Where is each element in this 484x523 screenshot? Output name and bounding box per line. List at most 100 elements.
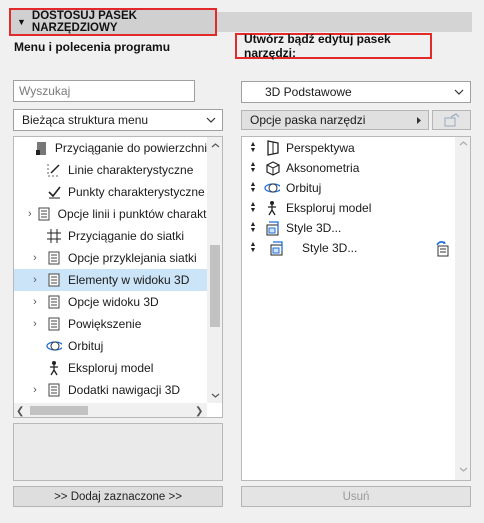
surface-snap-icon <box>33 140 49 156</box>
scroll-left-arrow-icon[interactable]: ❮ <box>16 406 24 417</box>
toolbar-select-value: 3D Podstawowe <box>265 85 352 99</box>
create-edit-toolbar-label-box: Utwórz bądź edytuj pasek narzędzi: <box>235 32 432 60</box>
menu-command-row[interactable]: Przyciąganie do siatki <box>14 225 207 247</box>
reorder-arrows-icon[interactable]: ▲ ▼ <box>248 161 258 174</box>
customize-toolbar-section-header[interactable]: ▼ DOSTOSUJ PASEK NARZĘDZIOWY <box>9 8 217 36</box>
toolbar-select[interactable]: 3D Podstawowe <box>241 81 471 103</box>
menu-command-row[interactable]: › Opcje linii i punktów charakterystyczny… <box>14 203 222 225</box>
section-title: DOSTOSUJ PASEK NARZĘDZIOWY <box>31 10 137 34</box>
menu-page-icon <box>46 316 62 332</box>
toolbar-item-row[interactable]: ▲ ▼ Aksonometria <box>242 157 452 179</box>
menu-command-row[interactable]: Eksploruj model <box>14 357 207 379</box>
menu-structure-select[interactable]: Bieżąca struktura menu <box>13 109 223 131</box>
reorder-arrows-icon[interactable]: ▲ ▼ <box>248 221 258 234</box>
scroll-thumb[interactable] <box>210 245 220 327</box>
grid-snap-icon <box>46 228 62 244</box>
toolbar-items-list[interactable]: ▲ ▼ Perspektywa ▲ ▼ Aksonometria ▲ ▼ Orbituj ▲ ▼ Ek… <box>241 136 471 481</box>
expand-chevron-icon[interactable]: › <box>28 208 32 220</box>
menu-page-icon <box>46 250 62 266</box>
menu-commands-list[interactable]: Przyciąganie do powierzchni Linie charakt… <box>13 136 223 418</box>
menu-command-row[interactable]: Orbituj <box>14 335 207 357</box>
menu-page-icon <box>46 272 62 288</box>
chevron-down-icon <box>454 89 464 95</box>
command-description-box <box>13 423 223 481</box>
right-vertical-scrollbar[interactable] <box>455 137 470 480</box>
search-input[interactable]: Wyszukaj <box>13 80 195 102</box>
reorder-arrows-icon[interactable]: ▲ ▼ <box>248 241 258 254</box>
menu-command-row[interactable]: › Elementy w widoku 3D <box>14 269 207 291</box>
chevron-down-icon <box>206 117 216 123</box>
menu-command-label: Przyciąganie do siatki <box>68 229 185 243</box>
explore-icon <box>46 360 62 376</box>
menu-commands-label: Menu i polecenia programu <box>14 40 171 54</box>
expand-chevron-icon[interactable]: › <box>28 252 42 264</box>
h-scroll-thumb[interactable] <box>30 406 88 415</box>
menu-command-row[interactable]: › Opcje przyklejania siatki <box>14 247 207 269</box>
feature-lines-icon <box>46 162 62 178</box>
reorder-arrows-icon[interactable]: ▲ ▼ <box>248 141 258 154</box>
menu-command-label: Eksploruj model <box>68 361 154 375</box>
menu-command-label: Orbituj <box>68 339 104 353</box>
toolbar-item-label: Style 3D... <box>286 221 342 235</box>
orbit-icon <box>264 180 280 196</box>
menu-command-label: Linie charakterystyczne <box>68 163 194 177</box>
search-placeholder: Wyszukaj <box>19 84 71 98</box>
menu-structure-value: Bieżąca struktura menu <box>22 113 149 127</box>
menu-command-label: Opcje linii i punktów charakterystycznyc… <box>57 207 222 221</box>
scroll-down-arrow-icon[interactable] <box>207 387 222 403</box>
chevron-right-icon <box>417 116 421 124</box>
scroll-up-arrow-icon[interactable] <box>207 137 222 153</box>
explore-icon <box>264 200 280 216</box>
toolbar-item-row[interactable]: ▲ ▼ Perspektywa <box>242 137 452 159</box>
menu-command-row[interactable]: › Opcje widoku 3D <box>14 291 207 313</box>
menu-command-row[interactable]: Przyciąganie do powierzchni <box>14 137 207 159</box>
style-3d-icon <box>268 240 284 256</box>
menu-command-label: Opcje przyklejania siatki <box>68 251 197 265</box>
toolbar-item-label: Aksonometria <box>286 161 360 175</box>
perspective-icon <box>264 140 280 156</box>
create-edit-toolbar-label: Utwórz bądź edytuj pasek narzędzi: <box>244 32 391 60</box>
reorder-arrows-icon[interactable]: ▲ ▼ <box>248 181 258 194</box>
menu-page-icon <box>46 382 62 398</box>
toolbar-item-row[interactable]: ▲ ▼ Style 3D... <box>242 217 452 239</box>
toolbar-item-label: Style 3D... <box>302 241 358 255</box>
item-options-icon[interactable] <box>434 240 452 258</box>
reorder-arrows-icon[interactable]: ▲ ▼ <box>248 201 258 214</box>
menu-command-label: Powiększenie <box>68 317 142 331</box>
collapse-triangle-icon[interactable]: ▼ <box>17 17 26 27</box>
vertical-scrollbar[interactable] <box>207 137 222 403</box>
remove-button[interactable]: Usuń <box>241 486 471 507</box>
menu-command-row[interactable]: Punkty charakterystyczne <box>14 181 207 203</box>
expand-chevron-icon[interactable]: › <box>28 296 42 308</box>
toolbar-item-row[interactable]: ▲ ▼ Style 3D... <box>242 237 452 259</box>
scroll-right-arrow-icon[interactable]: ❯ <box>195 406 203 417</box>
axonometry-icon <box>264 160 280 176</box>
menu-command-label: Przyciąganie do powierzchni <box>54 141 207 155</box>
toolbar-item-label: Orbituj <box>286 181 322 195</box>
horizontal-scrollbar[interactable]: ❮ ❯ <box>14 403 207 417</box>
expand-chevron-icon[interactable]: › <box>28 384 42 396</box>
add-selected-button[interactable]: >> Dodaj zaznaczone >> <box>13 486 223 507</box>
toolbar-options-label: Opcje paska narzędzi <box>250 113 366 127</box>
scroll-down-arrow-icon[interactable] <box>455 467 470 472</box>
orbit-icon <box>46 338 62 354</box>
menu-page-icon <box>46 294 62 310</box>
menu-page-icon <box>36 206 52 222</box>
menu-command-label: Dodatki nawigacji 3D <box>68 383 181 397</box>
expand-chevron-icon[interactable]: › <box>28 318 42 330</box>
toolbar-item-row[interactable]: ▲ ▼ Orbituj <box>242 177 452 199</box>
toolbar-options-select[interactable]: Opcje paska narzędzi <box>241 110 429 130</box>
toolbar-item-label: Eksploruj model <box>286 201 372 215</box>
toolbar-item-label: Perspektywa <box>286 141 355 155</box>
edit-toolbar-icon <box>444 113 459 127</box>
menu-command-row[interactable]: › Powiększenie <box>14 313 207 335</box>
toolbar-item-row[interactable]: ▲ ▼ Eksploruj model <box>242 197 452 219</box>
menu-command-row[interactable]: Linie charakterystyczne <box>14 159 207 181</box>
scroll-up-arrow-icon[interactable] <box>455 141 470 146</box>
style-3d-icon <box>264 220 280 236</box>
menu-command-row[interactable]: › Dodatki nawigacji 3D <box>14 379 207 401</box>
menu-command-label: Elementy w widoku 3D <box>68 273 190 287</box>
expand-chevron-icon[interactable]: › <box>28 274 42 286</box>
toolbar-action-button[interactable] <box>432 110 471 130</box>
feature-points-icon <box>46 184 62 200</box>
